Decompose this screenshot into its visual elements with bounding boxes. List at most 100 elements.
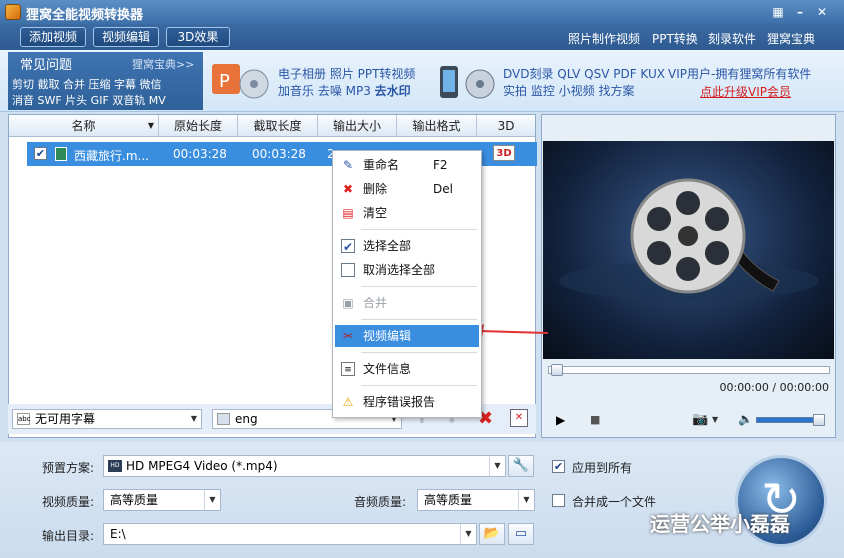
settings-wrench-button[interactable]: 🔧	[508, 455, 534, 477]
ppt-promo-icon[interactable]: P	[210, 60, 270, 104]
menu-item-shortcut: Del	[433, 182, 453, 196]
output-dir-input[interactable]: E:\ ▼	[103, 523, 477, 545]
apply-all-checkbox[interactable]: ✔	[552, 460, 565, 473]
faq-line-1[interactable]: 剪切 截取 合并 压缩 字幕 微信	[12, 76, 161, 92]
menu-item-label: 程序错误报告	[363, 395, 436, 409]
checkbox-checked-icon: ✔	[341, 239, 355, 254]
video-quality-label: 视频质量:	[42, 495, 95, 509]
vip-upgrade-link[interactable]: 点此升级VIP会员	[700, 83, 791, 100]
checkbox-empty-icon	[341, 263, 355, 277]
skin-icon[interactable]: ▦	[770, 4, 786, 20]
svg-text:P: P	[219, 71, 230, 92]
seek-bar[interactable]	[548, 364, 830, 376]
menu-item-shortcut: F2	[433, 158, 448, 172]
row-name: 西藏旅行.m...	[74, 149, 149, 163]
menu-item-clear[interactable]: ▤ 清空	[335, 202, 479, 224]
video-file-icon	[55, 147, 67, 161]
promo-a-line2-bold: 去水印	[374, 84, 411, 98]
row-checkbox[interactable]: ✔	[34, 147, 47, 160]
faq-more-link[interactable]: 狸窝宝典>>	[132, 56, 194, 72]
menu-item-error-report[interactable]: ⚠ 程序错误报告	[335, 391, 479, 413]
dvd-promo-icon[interactable]	[436, 60, 498, 104]
promo-b-line2[interactable]: 实拍 监控 小视频 找方案	[503, 82, 634, 99]
faq-panel: 常见问题 狸窝宝典>> 剪切 截取 合并 压缩 字幕 微信 消音 SWF 片头 …	[8, 52, 203, 110]
menu-item-label: 视频编辑	[363, 329, 412, 343]
minimize-button[interactable]: –	[792, 4, 808, 20]
audio-quality-value: 高等质量	[424, 493, 473, 507]
menu-separator	[361, 229, 477, 230]
audio-track-value: eng	[235, 412, 258, 426]
subtitle-select[interactable]: abc 无可用字幕 ▼	[12, 409, 202, 429]
merge-label: 合并成一个文件	[572, 495, 657, 509]
clear-list-icon[interactable]: ✕	[510, 409, 528, 427]
ppt-convert-link[interactable]: PPT转换	[652, 30, 698, 47]
open-folder-button[interactable]: ▭	[508, 523, 534, 545]
seek-thumb[interactable]	[551, 364, 563, 376]
promo-b-line1[interactable]: DVD刻录 QLV QSV PDF KUX	[503, 65, 665, 82]
menu-separator	[361, 352, 477, 353]
photo-video-link[interactable]: 照片制作视频	[568, 30, 640, 47]
browse-folder-button[interactable]: 📂	[479, 523, 505, 545]
delete-icon: ✖	[342, 182, 354, 196]
3d-effect-button[interactable]: 3D效果	[166, 27, 230, 47]
watermark-text: 运营公举小磊磊	[650, 512, 790, 536]
faq-line-2[interactable]: 消音 SWF 片头 GIF 双音轨 MV	[12, 92, 166, 108]
add-video-button[interactable]: 添加视频	[20, 27, 86, 47]
audio-quality-label: 音频质量:	[354, 495, 407, 509]
play-icon[interactable]: ▶	[556, 413, 565, 427]
liwo-guide-link[interactable]: 狸窝宝典	[767, 30, 815, 47]
close-button[interactable]: ✕	[814, 4, 830, 20]
menu-item-delete[interactable]: ✖ 删除 Del	[335, 178, 479, 200]
output-dir-value: E:\	[110, 527, 126, 541]
camera-icon[interactable]: 📷	[692, 412, 708, 427]
audio-quality-select[interactable]: 高等质量 ▼	[417, 489, 535, 511]
col-output-format[interactable]: 输出格式	[397, 115, 477, 137]
merge-icon: ▣	[342, 296, 354, 310]
output-dir-label: 输出目录:	[42, 529, 95, 543]
time-display: 00:00:00 / 00:00:00	[719, 381, 829, 394]
volume-thumb[interactable]	[813, 414, 825, 426]
menu-separator	[361, 385, 477, 386]
menu-item-rename[interactable]: ✎ 重命名 F2	[335, 154, 479, 176]
col-output-size[interactable]: 输出大小	[318, 115, 397, 137]
edit-video-button[interactable]: 视频编辑	[93, 27, 159, 47]
promo-a-line1[interactable]: 电子相册 照片 PPT转视频	[278, 65, 415, 82]
preset-select[interactable]: HD HD MPEG4 Video (*.mp4) ▼	[103, 455, 506, 477]
top-toolbar: 添加视频 视频编辑 3D效果 照片制作视频 PPT转换 刻录软件 狸窝宝典	[0, 24, 844, 50]
menu-item-label: 选择全部	[363, 239, 412, 253]
volume-slider[interactable]	[756, 414, 825, 426]
promo-a-line2[interactable]: 加音乐 去噪 MP3 去水印	[278, 82, 411, 99]
chevron-down-icon: ▼	[489, 456, 505, 476]
subtitle-icon: abc	[17, 413, 31, 425]
menu-item-video-edit[interactable]: ✂ 视频编辑	[335, 325, 479, 347]
row-original-length: 00:03:28	[173, 147, 227, 161]
3d-badge-icon[interactable]: 3D	[493, 145, 515, 161]
menu-item-select-all[interactable]: ✔ 选择全部	[335, 235, 479, 257]
chevron-down-icon: ▼	[460, 524, 476, 544]
menu-item-label: 取消选择全部	[363, 263, 436, 277]
col-original-length[interactable]: 原始长度	[159, 115, 238, 137]
rename-icon: ✎	[342, 158, 354, 172]
menu-item-merge[interactable]: ▣ 合并	[335, 292, 479, 314]
video-preview[interactable]	[543, 141, 834, 359]
sort-down-icon: ▼	[147, 121, 154, 130]
col-clip-length[interactable]: 截取长度	[238, 115, 318, 137]
menu-item-label: 删除	[363, 182, 388, 196]
col-3d[interactable]: 3D	[477, 115, 535, 137]
merge-checkbox[interactable]	[552, 494, 565, 507]
faq-title[interactable]: 常见问题	[20, 54, 72, 73]
menu-separator	[361, 319, 477, 320]
menu-item-deselect-all[interactable]: 取消选择全部	[335, 259, 479, 281]
col-name[interactable]: 名称 ▼	[9, 115, 159, 137]
chevron-down-icon[interactable]: ▼	[712, 415, 718, 424]
stop-icon[interactable]: ■	[590, 413, 600, 426]
preset-label: 预置方案:	[42, 461, 95, 475]
burn-software-link[interactable]: 刻录软件	[708, 30, 756, 47]
context-menu: ✎ 重命名 F2 ✖ 删除 Del ▤ 清空 ✔ 选择全部 取消选择全部 ▣ 合…	[332, 150, 482, 418]
video-quality-select[interactable]: 高等质量 ▼	[103, 489, 221, 511]
promo-a-line2-text: 加音乐 去噪 MP3	[278, 84, 375, 98]
menu-item-label: 文件信息	[363, 362, 412, 376]
volume-icon[interactable]: 🔈	[738, 412, 753, 426]
menu-item-file-info[interactable]: ≡ 文件信息	[335, 358, 479, 380]
chevron-down-icon: ▼	[518, 490, 534, 510]
